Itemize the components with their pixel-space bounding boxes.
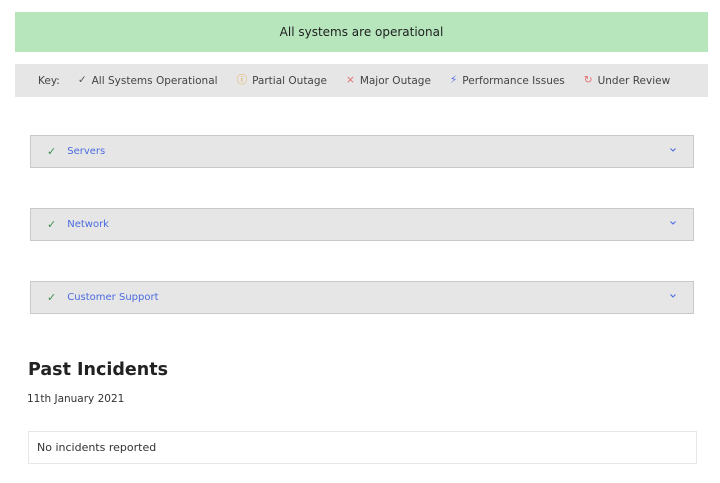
key-item-under-review: ↻ Under Review (584, 75, 670, 87)
section-label: Servers (67, 146, 106, 157)
status-banner: All systems are operational (15, 12, 708, 52)
partial-outage-icon: ⓘ (236, 74, 248, 87)
check-icon: ✓ (77, 74, 87, 87)
incident-date: 11th January 2021 (27, 393, 125, 405)
check-icon: ✓ (47, 146, 57, 158)
section-servers[interactable]: ✓ Servers (30, 135, 694, 168)
under-review-icon: ↻ (583, 74, 593, 87)
key-label: Key: (38, 74, 60, 87)
key-item-partial-outage: ⓘ Partial Outage (237, 75, 327, 87)
chevron-down-icon[interactable] (669, 292, 677, 300)
chevron-down-icon[interactable] (669, 219, 677, 227)
key-item-label: Major Outage (359, 74, 431, 87)
key-item-label: Performance Issues (462, 74, 565, 87)
key-item-label: Under Review (597, 74, 671, 87)
key-item-label: Partial Outage (252, 74, 327, 87)
incident-message: No incidents reported (37, 441, 157, 454)
key-item-performance-issues: ⚡ Performance Issues (450, 75, 565, 87)
section-label: Customer Support (67, 292, 159, 303)
chevron-down-icon[interactable] (669, 146, 677, 154)
key-item-major-outage: × Major Outage (346, 75, 431, 87)
status-key-bar: Key: ✓ All Systems Operational ⓘ Partial… (15, 64, 708, 97)
check-icon: ✓ (47, 292, 57, 304)
performance-issues-icon: ⚡ (449, 74, 458, 87)
section-network[interactable]: ✓ Network (30, 208, 694, 241)
incident-message-box: No incidents reported (28, 431, 697, 464)
key-item-operational: ✓ All Systems Operational (78, 75, 218, 87)
section-customer-support[interactable]: ✓ Customer Support (30, 281, 694, 314)
section-label: Network (67, 219, 109, 230)
key-item-label: All Systems Operational (91, 74, 218, 87)
past-incidents-title: Past Incidents (28, 360, 169, 380)
check-icon: ✓ (47, 219, 57, 231)
status-banner-text: All systems are operational (279, 25, 444, 39)
major-outage-icon: × (346, 74, 355, 87)
